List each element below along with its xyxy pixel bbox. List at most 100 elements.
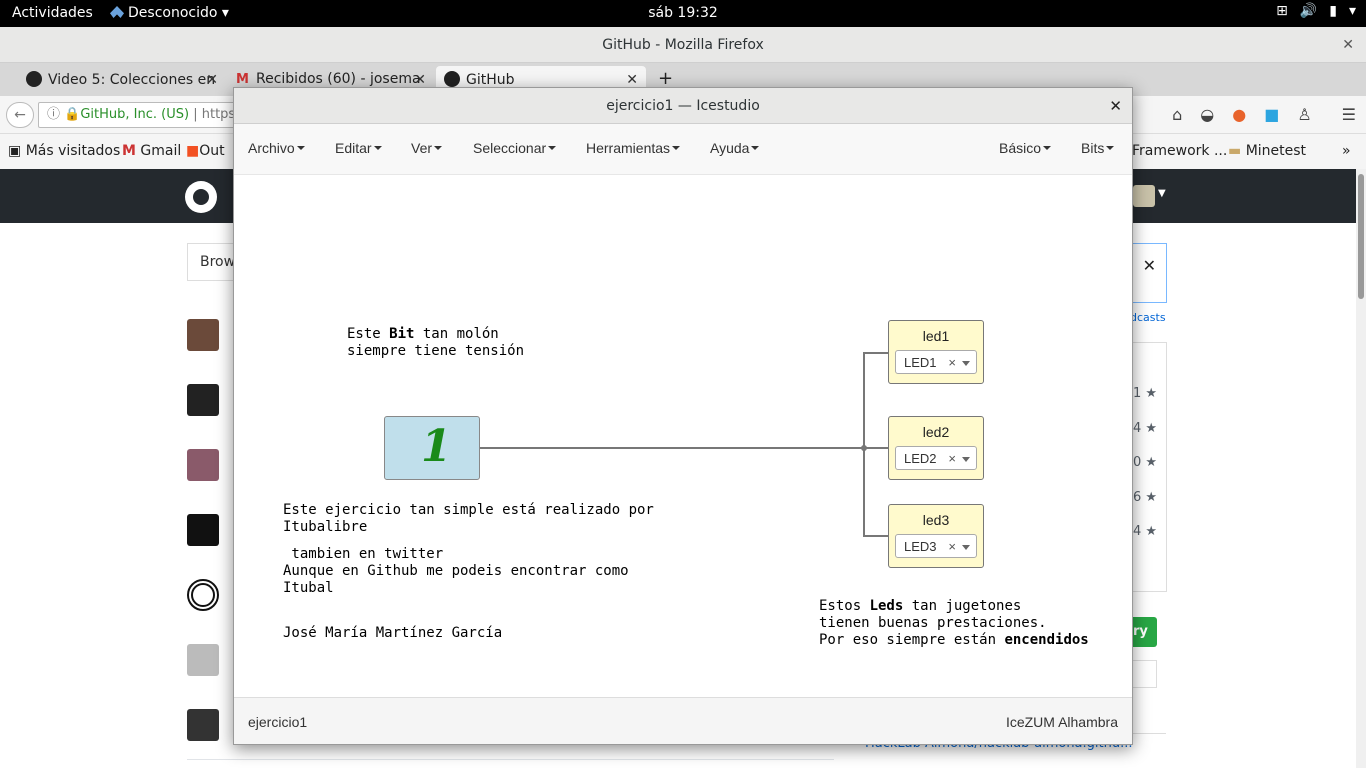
star-count: 4 ★ <box>1133 421 1157 436</box>
menu-bits[interactable]: Bits <box>1081 140 1114 156</box>
led-name: led2 <box>922 424 950 440</box>
chevron-down-icon[interactable] <box>962 361 970 366</box>
back-button[interactable]: ← <box>6 102 34 128</box>
bookmark-most-visited[interactable]: ▣ Más visitados <box>8 143 120 159</box>
bookmark-gmail[interactable]: M Gmail <box>122 143 181 159</box>
url-bar[interactable]: ⓘ 🔒GitHub, Inc. (US) | https:/ <box>38 102 258 128</box>
led-name: led1 <box>922 328 950 344</box>
comment-author[interactable]: Este ejercicio tan simple está realizado… <box>283 502 654 536</box>
menu-icon[interactable]: ☰ <box>1342 105 1356 124</box>
bookmark-minetest[interactable]: ▬ Minetest <box>1228 143 1306 159</box>
pocket-icon[interactable]: ◒ <box>1200 105 1214 124</box>
divider <box>187 759 834 760</box>
close-tab-icon[interactable]: ✕ <box>414 72 426 88</box>
network-icon: ⊞ <box>1276 3 1288 19</box>
wire[interactable] <box>863 352 889 354</box>
tab-video[interactable]: Video 5: Colecciones en ✕ <box>18 66 226 96</box>
pin-select[interactable]: LED2 × <box>895 446 977 470</box>
project-name: ejercicio1 <box>248 714 308 730</box>
clear-icon[interactable]: × <box>948 355 956 370</box>
avatar[interactable] <box>187 579 219 611</box>
telegram-icon[interactable]: ■ <box>1264 105 1279 124</box>
scrollbar-thumb[interactable] <box>1358 174 1364 299</box>
wire[interactable] <box>863 535 889 537</box>
github-logo-icon[interactable] <box>185 181 217 213</box>
avatar[interactable] <box>187 644 219 676</box>
text-input[interactable] <box>1133 660 1157 688</box>
gmail-icon: M <box>236 72 249 87</box>
extension-icon[interactable]: ● <box>1232 105 1246 124</box>
menu-archivo[interactable]: Archivo <box>248 140 305 156</box>
close-icon[interactable]: ✕ <box>1342 27 1354 63</box>
led-block-3[interactable]: led3 LED3 × <box>888 504 984 568</box>
github-icon <box>444 71 460 87</box>
clock[interactable]: sáb 19:32 <box>0 5 1366 21</box>
pin-value: LED3 <box>904 539 937 554</box>
close-icon[interactable]: ✕ <box>1109 88 1122 124</box>
wire-junction <box>861 445 867 451</box>
bookmark-framework[interactable]: Framework ... <box>1132 143 1227 159</box>
menu-ver[interactable]: Ver <box>411 140 442 156</box>
constant-bit-block[interactable]: 1 <box>384 416 480 480</box>
star-count-value: 4 <box>1133 524 1142 539</box>
menu-ayuda[interactable]: Ayuda <box>710 140 759 156</box>
close-tab-icon[interactable]: ✕ <box>206 72 218 88</box>
avatar[interactable] <box>187 449 219 481</box>
bookmark-label: Framework ... <box>1132 143 1228 159</box>
comment-text: Estos <box>819 598 870 614</box>
comment-bit[interactable]: Este Bit tan molón siempre tiene tensión <box>347 326 524 360</box>
wire[interactable] <box>480 447 864 449</box>
more-bookmarks-icon[interactable]: » <box>1342 143 1351 159</box>
pin-select[interactable]: LED3 × <box>895 534 977 558</box>
led-block-2[interactable]: led2 LED2 × <box>888 416 984 480</box>
menu-seleccionar[interactable]: Seleccionar <box>473 140 556 156</box>
home-icon[interactable]: ⌂ <box>1172 105 1182 124</box>
comment-leds[interactable]: Estos Leds tan jugetones tienen buenas p… <box>819 598 1089 649</box>
star-count-value: 6 <box>1133 490 1142 505</box>
bookmark-outlook[interactable]: ■Out <box>186 143 225 159</box>
podcasts-link[interactable]: dcasts <box>1130 311 1166 324</box>
bookmark-label: Gmail <box>140 143 182 159</box>
star-icon: ★ <box>1145 455 1158 470</box>
chevron-down-icon[interactable]: ▼ <box>1158 188 1166 199</box>
menu-herramientas[interactable]: Herramientas <box>586 140 680 156</box>
menu-label: Seleccionar <box>473 140 547 156</box>
window-title: ejercicio1 — Icestudio <box>606 98 760 114</box>
avatar[interactable] <box>1133 185 1155 207</box>
page-scrollbar[interactable] <box>1356 169 1366 768</box>
menu-editar[interactable]: Editar <box>335 140 382 156</box>
avatar[interactable] <box>187 709 219 741</box>
volume-icon: 🔊 <box>1299 3 1318 19</box>
clear-icon[interactable]: × <box>948 451 956 466</box>
toolbar-icons: ⌂ ◒ ● ■ ♙ ☰ <box>1172 105 1356 124</box>
bookmark-label: Minetest <box>1245 143 1307 159</box>
avatar[interactable] <box>187 384 219 416</box>
comment-text: siempre tiene tensión <box>347 343 525 359</box>
comment-name[interactable]: José María Martínez García <box>283 625 502 642</box>
avatar[interactable] <box>187 514 219 546</box>
system-tray[interactable]: ⊞ 🔊 ▮ ▾ <box>1276 3 1356 19</box>
design-canvas[interactable]: Este Bit tan molón siempre tiene tensión… <box>234 176 1132 698</box>
green-button[interactable]: ry <box>1133 617 1157 647</box>
comment-bold: Bit <box>389 326 415 342</box>
pin-select[interactable]: LED1 × <box>895 350 977 374</box>
icestudio-menubar: Archivo Editar Ver Seleccionar Herramien… <box>234 124 1132 175</box>
microsoft-icon: ■ <box>186 143 200 159</box>
wire[interactable] <box>863 352 865 536</box>
extension-icon[interactable]: ♙ <box>1297 105 1311 124</box>
led-name: led3 <box>922 512 950 528</box>
tab-label: Recibidos (60) - josema <box>256 71 421 87</box>
led-block-1[interactable]: led1 LED1 × <box>888 320 984 384</box>
chevron-down-icon[interactable] <box>962 457 970 462</box>
menu-basico[interactable]: Básico <box>999 140 1051 156</box>
chevron-down-icon[interactable] <box>962 545 970 550</box>
gnome-top-bar: Actividades Desconocido ▾ sáb 19:32 ⊞ 🔊 … <box>0 0 1366 27</box>
avatar[interactable] <box>187 319 219 351</box>
icestudio-window: ejercicio1 — Icestudio ✕ Archivo Editar … <box>233 87 1133 745</box>
clear-icon[interactable]: × <box>948 539 956 554</box>
comment-twitter[interactable]: tambien en twitter Aunque en Github me p… <box>283 546 629 597</box>
close-icon[interactable]: ✕ <box>1143 256 1156 275</box>
close-tab-icon[interactable]: ✕ <box>626 72 638 88</box>
board-name[interactable]: IceZUM Alhambra <box>1006 714 1118 730</box>
comment-bold: encendidos <box>1004 632 1089 648</box>
